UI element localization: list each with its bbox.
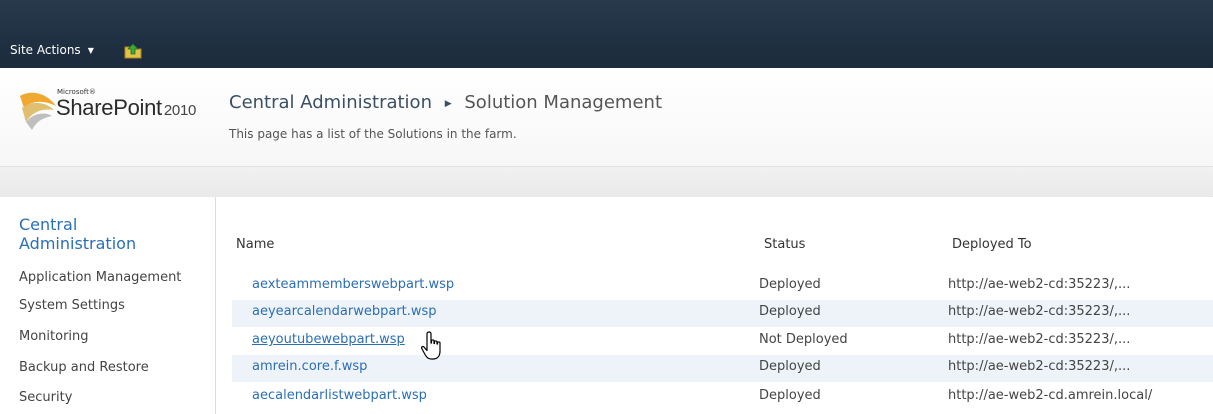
table-row: aeyearcalendarwebpart.wsp Deployed http:… [232, 300, 1213, 327]
quicklaunch-item-system-settings[interactable]: System Settings [19, 298, 125, 313]
table-row: aeyoutubewebpart.wsp Not Deployed http:/… [232, 328, 1213, 355]
breadcrumb-current: Solution Management [464, 92, 662, 113]
site-actions-label: Site Actions [10, 43, 81, 57]
solution-status: Deployed [759, 388, 821, 403]
quicklaunch-item-security[interactable]: Security [19, 390, 72, 405]
site-actions-menu[interactable]: Site Actions ▼ [10, 40, 94, 60]
table-row: aecalendarlistwebpart.wsp Deployed http:… [232, 384, 1213, 411]
column-header-status[interactable]: Status [764, 237, 805, 252]
quicklaunch-item-application-management[interactable]: Application Management [19, 270, 181, 285]
solution-name-link[interactable]: amrein.core.f.wsp [252, 359, 367, 374]
logo-product-text: SharePoint 2010 [56, 95, 196, 121]
quick-launch: Central Administration Application Manag… [0, 197, 216, 414]
solution-name-link[interactable]: aexteammemberswebpart.wsp [252, 277, 454, 292]
solution-status: Deployed [759, 277, 821, 292]
table-row: amrein.core.f.wsp Deployed http://ae-web… [232, 355, 1213, 382]
logo-product-name: SharePoint [56, 95, 162, 120]
sharepoint-logo-icon [20, 92, 56, 130]
chevron-down-icon: ▼ [87, 45, 94, 55]
table-row: aexteammemberswebpart.wsp Deployed http:… [232, 273, 1213, 300]
solution-status: Deployed [759, 304, 821, 319]
solution-status: Deployed [759, 359, 821, 374]
solution-status: Not Deployed [759, 332, 848, 347]
ribbon-bar: Site Actions ▼ [0, 0, 1213, 68]
page-description: This page has a list of the Solutions in… [229, 127, 517, 141]
status-strip [0, 166, 1213, 198]
hand-pointer-cursor-icon [421, 331, 441, 360]
navigate-up-icon[interactable] [123, 40, 145, 60]
solution-name-link[interactable]: aeyoutubewebpart.wsp [252, 332, 405, 347]
breadcrumb-separator-icon: ▶ [444, 99, 452, 109]
column-header-name[interactable]: Name [236, 237, 274, 252]
sharepoint-logo: Microsoft® SharePoint 2010 [18, 88, 218, 132]
column-header-deployed-to[interactable]: Deployed To [952, 237, 1032, 252]
quicklaunch-item-monitoring[interactable]: Monitoring [19, 329, 89, 344]
quicklaunch-item-backup-and-restore[interactable]: Backup and Restore [19, 360, 149, 375]
solution-deployed-to: http://ae-web2-cd:35223/,... [948, 277, 1131, 292]
breadcrumb: Central Administration ▶ Solution Manage… [229, 92, 662, 113]
quicklaunch-heading[interactable]: Central Administration [19, 215, 199, 253]
solution-deployed-to: http://ae-web2-cd:35223/,... [948, 332, 1131, 347]
solution-name-link[interactable]: aecalendarlistwebpart.wsp [252, 388, 427, 403]
solution-deployed-to: http://ae-web2-cd.amrein.local/ [948, 388, 1153, 403]
logo-year: 2010 [163, 102, 197, 119]
breadcrumb-root[interactable]: Central Administration [229, 92, 432, 113]
solution-list: Name Status Deployed To aexteammemberswe… [216, 197, 1213, 414]
solution-name-link[interactable]: aeyearcalendarwebpart.wsp [252, 304, 437, 319]
solution-deployed-to: http://ae-web2-cd:35223/,... [948, 304, 1131, 319]
solution-deployed-to: http://ae-web2-cd:35223/,... [948, 359, 1131, 374]
